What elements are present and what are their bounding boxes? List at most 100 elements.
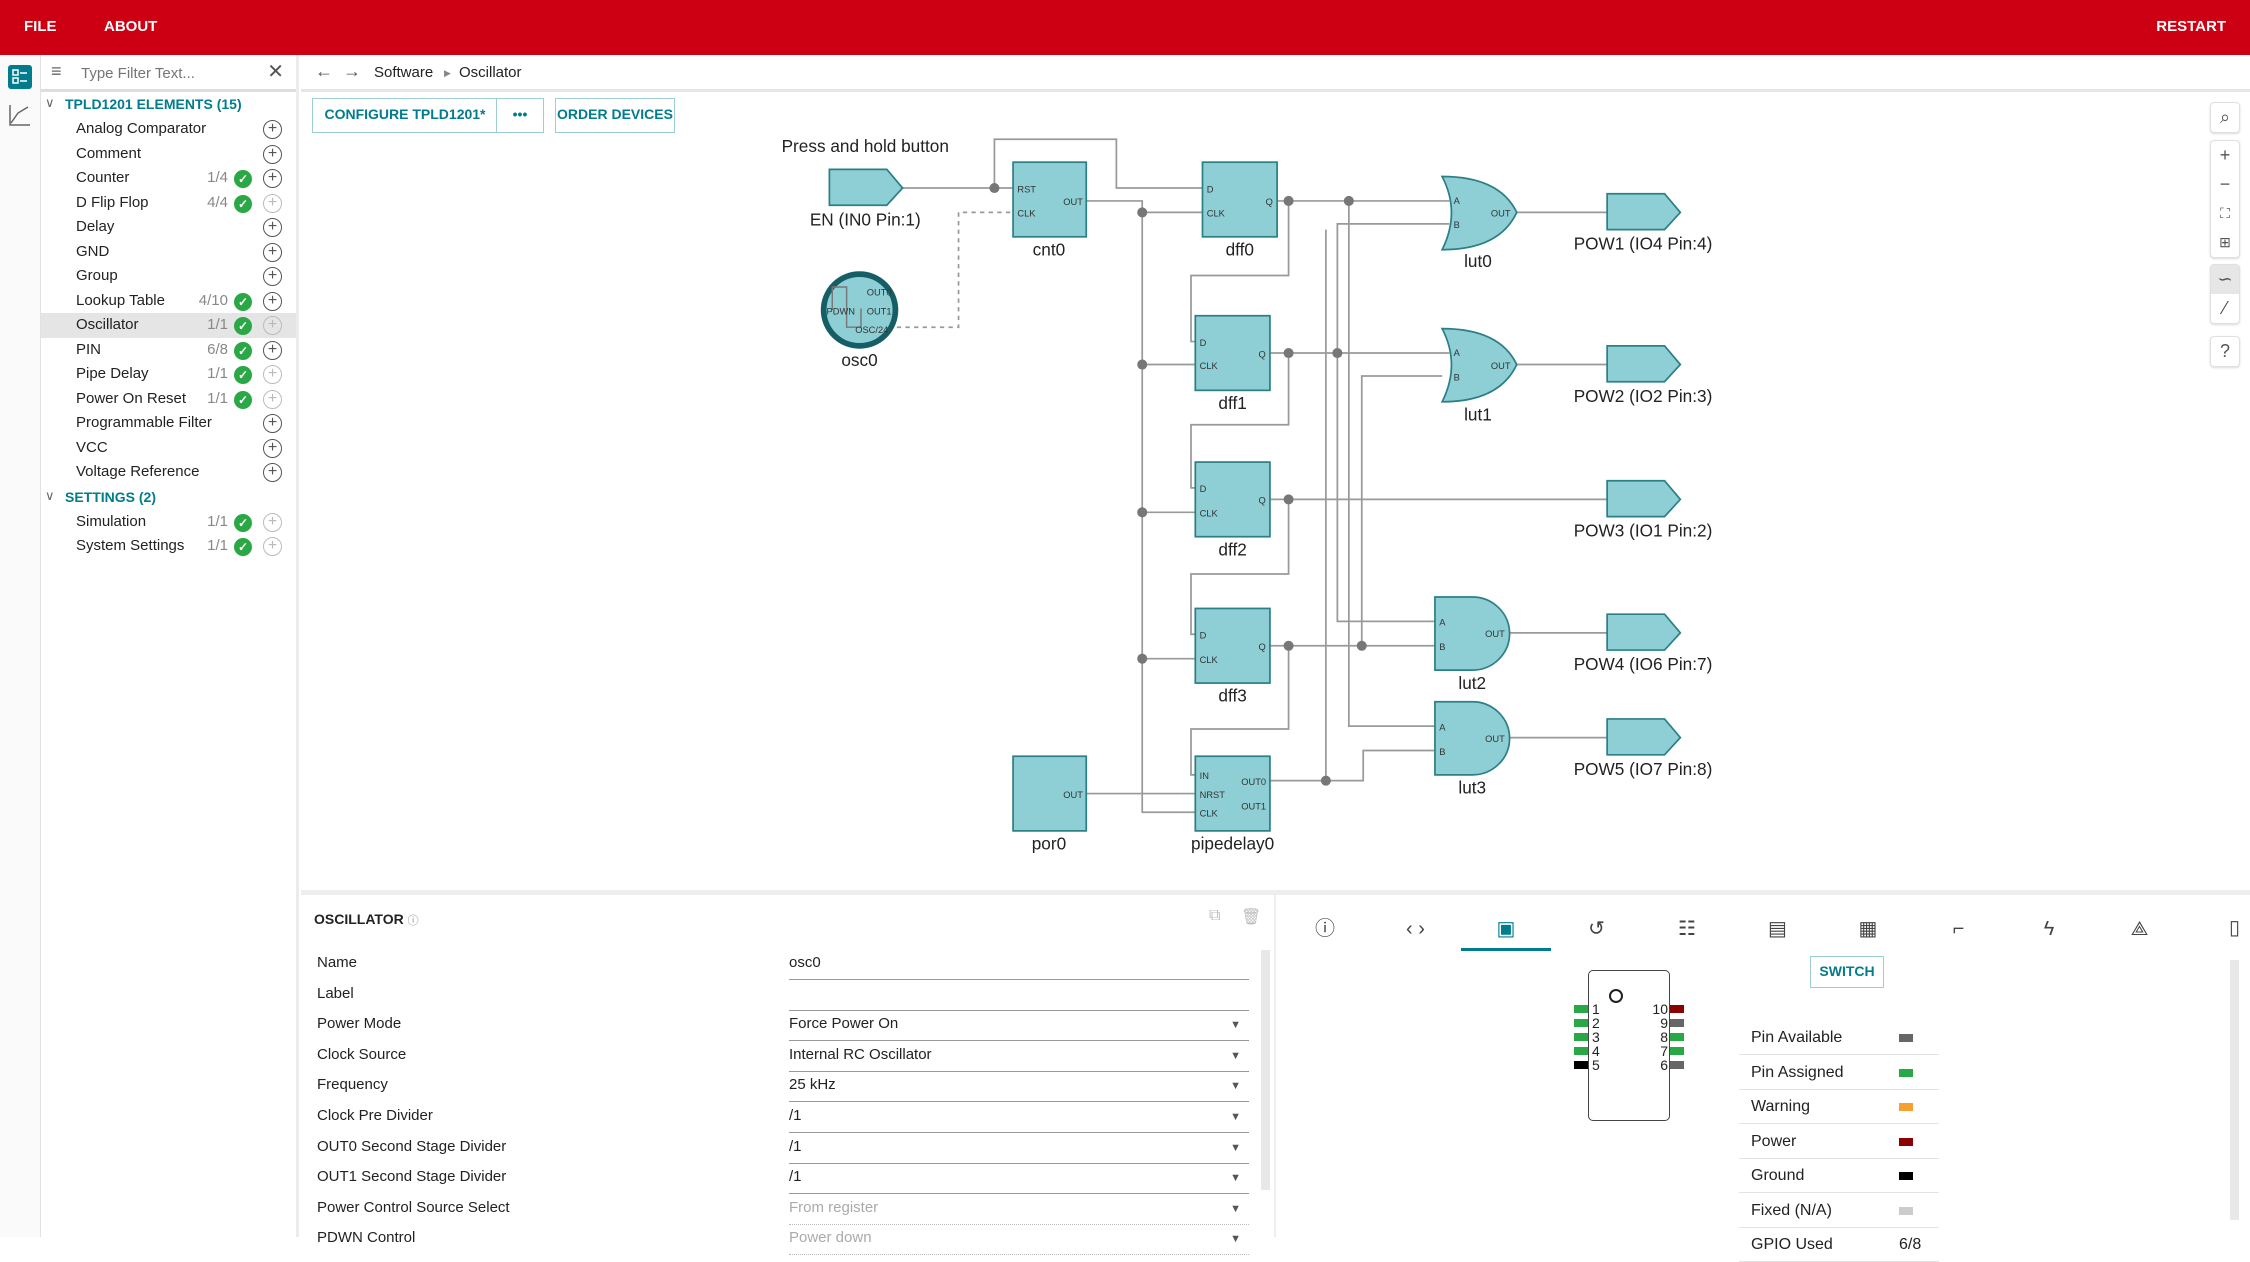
property-select[interactable]: /1 ▼ [789,1138,1249,1164]
add-icon[interactable]: + [263,267,282,286]
add-icon[interactable]: + [263,414,282,433]
forward-arrow-icon[interactable]: → [343,61,361,82]
tab-history-icon[interactable]: ↺ [1552,907,1642,951]
sidebar-item[interactable]: GND + [41,240,296,265]
fit-view-icon[interactable]: ⛶ [2211,199,2239,228]
device-panel-scrollbar[interactable] [2230,960,2239,1220]
configure-button[interactable]: CONFIGURE TPLD1201* [312,98,498,133]
tab-chip-icon[interactable]: ▣ [1461,907,1551,951]
zoom-out-icon[interactable]: − [2211,170,2239,199]
properties-scrollbar[interactable] [1261,950,1270,1190]
tab-graph-icon[interactable]: ⟁ [2095,907,2185,951]
tab-code-icon[interactable]: ‹ › [1371,907,1461,951]
pow2-output-pin[interactable] [1606,344,1682,383]
sidebar-item[interactable]: Counter 1/4 ✓ + [41,166,296,191]
add-icon[interactable]: + [263,144,282,164]
lut0-gate[interactable] [1440,175,1518,251]
add-icon[interactable]: + [263,242,282,262]
more-options-button[interactable]: ••• [496,98,544,133]
toggle-panel-icon[interactable]: ▯ [2229,915,2240,940]
dff0-block[interactable] [1201,161,1278,238]
osc0-block[interactable] [820,271,899,349]
clear-filter-icon[interactable]: ✕ [267,59,284,84]
property-input[interactable]: osc0 [789,954,1249,980]
sidebar-item[interactable]: VCC + [41,436,296,461]
add-icon[interactable]: + [263,218,282,237]
tab-lightning-icon[interactable]: ϟ [2004,907,2094,951]
dff1-block[interactable] [1194,314,1271,392]
property-select[interactable]: From register ▼ [789,1199,1249,1225]
sidebar-item[interactable]: System Settings 1/1 ✓ + [41,534,296,559]
tab-document-icon[interactable]: ▤ [1733,907,1823,951]
lut1-gate[interactable] [1440,327,1518,403]
elements-section-header[interactable]: ∨ TPLD1201 ELEMENTS (15) [41,92,296,117]
property-select[interactable]: /1 ▼ [789,1168,1249,1195]
sidebar-item[interactable]: Lookup Table 4/10 ✓ + [41,289,296,314]
por0-block[interactable] [1012,755,1088,832]
property-select[interactable]: Power down ▼ [789,1229,1249,1256]
menu-about[interactable]: ABOUT [104,18,157,35]
components-view-icon[interactable] [8,65,32,89]
sidebar-item[interactable]: Voltage Reference + [41,460,296,485]
pipedelay0-block[interactable] [1194,755,1271,832]
pow4-output-pin[interactable] [1606,613,1682,651]
add-icon[interactable]: + [263,438,282,458]
sidebar-item[interactable]: Pipe Delay 1/1 ✓ + [41,362,296,387]
breadcrumb-software[interactable]: Software [374,64,433,81]
auto-layout-icon[interactable]: ⊞ [2211,228,2239,257]
tab-package-icon[interactable]: ▦ [1823,907,1913,951]
tab-sliders-icon[interactable]: ☷ [1642,907,1732,951]
sidebar-item[interactable]: Analog Comparator + [41,117,296,142]
add-icon[interactable]: + [263,316,282,335]
add-icon[interactable]: + [263,512,282,532]
add-icon[interactable]: + [263,340,282,360]
property-select[interactable]: 25 kHz ▼ [789,1076,1249,1103]
sidebar-item[interactable]: Delay + [41,215,296,240]
back-arrow-icon[interactable]: ← [315,61,333,82]
order-devices-button[interactable]: ORDER DEVICES [555,98,675,133]
menu-file[interactable]: FILE [24,18,57,35]
add-icon[interactable]: + [263,365,282,384]
zoom-in-icon[interactable]: + [2211,141,2239,170]
help-icon[interactable]: ? [2211,337,2239,366]
cnt0-block[interactable] [1012,161,1088,238]
pow3-output-pin[interactable] [1606,479,1682,518]
probe-icon[interactable]: ⁄ [2211,294,2239,323]
pow5-output-pin[interactable] [1606,718,1682,756]
add-icon[interactable]: + [263,291,282,311]
simulation-chart-icon[interactable] [8,103,32,127]
help-icon[interactable]: ⓘ [408,915,419,927]
property-select[interactable]: Force Power On ▼ [789,1015,1249,1042]
delete-icon[interactable]: 🗑 [1241,907,1261,927]
sidebar-item[interactable]: Programmable Filter + [41,411,296,436]
sidebar-item[interactable]: Comment + [41,142,296,167]
filter-input[interactable] [81,61,251,85]
add-icon[interactable]: + [263,169,282,188]
property-select[interactable]: Internal RC Oscillator ▼ [789,1046,1249,1072]
sidebar-item[interactable]: D Flip Flop 4/4 ✓ + [41,191,296,216]
sidebar-item[interactable]: Group + [41,264,296,289]
add-icon[interactable]: + [263,193,282,213]
tab-info-icon[interactable]: ⓘ [1280,907,1370,951]
search-icon[interactable]: ⌕ [2211,103,2239,132]
sidebar-item[interactable]: Simulation 1/1 ✓ + [41,510,296,535]
add-icon[interactable]: + [263,463,282,482]
property-input[interactable] [789,985,1249,1011]
en-input-pin[interactable] [828,168,904,207]
sidebar-item[interactable]: PIN 6/8 ✓ + [41,338,296,363]
dff2-block[interactable] [1194,461,1271,538]
pow1-output-pin[interactable] [1606,192,1682,231]
dff3-block[interactable] [1194,607,1271,684]
add-icon[interactable]: + [263,120,282,139]
wire-route-icon[interactable]: ∽ [2211,265,2239,294]
lut3-gate[interactable] [1434,700,1511,776]
sidebar-item[interactable]: Oscillator 1/1 ✓ + [41,313,296,338]
settings-section-header[interactable]: ∨ SETTINGS (2) [41,485,296,510]
add-icon[interactable]: + [263,537,282,556]
restart-button[interactable]: RESTART [2156,18,2226,35]
copy-icon[interactable]: ⧉ [1209,907,1220,925]
add-icon[interactable]: + [263,389,282,409]
tab-waveform-icon[interactable]: ⌐ [1914,907,2004,951]
lut2-gate[interactable] [1434,596,1511,672]
switch-button[interactable]: SWITCH [1810,956,1884,988]
